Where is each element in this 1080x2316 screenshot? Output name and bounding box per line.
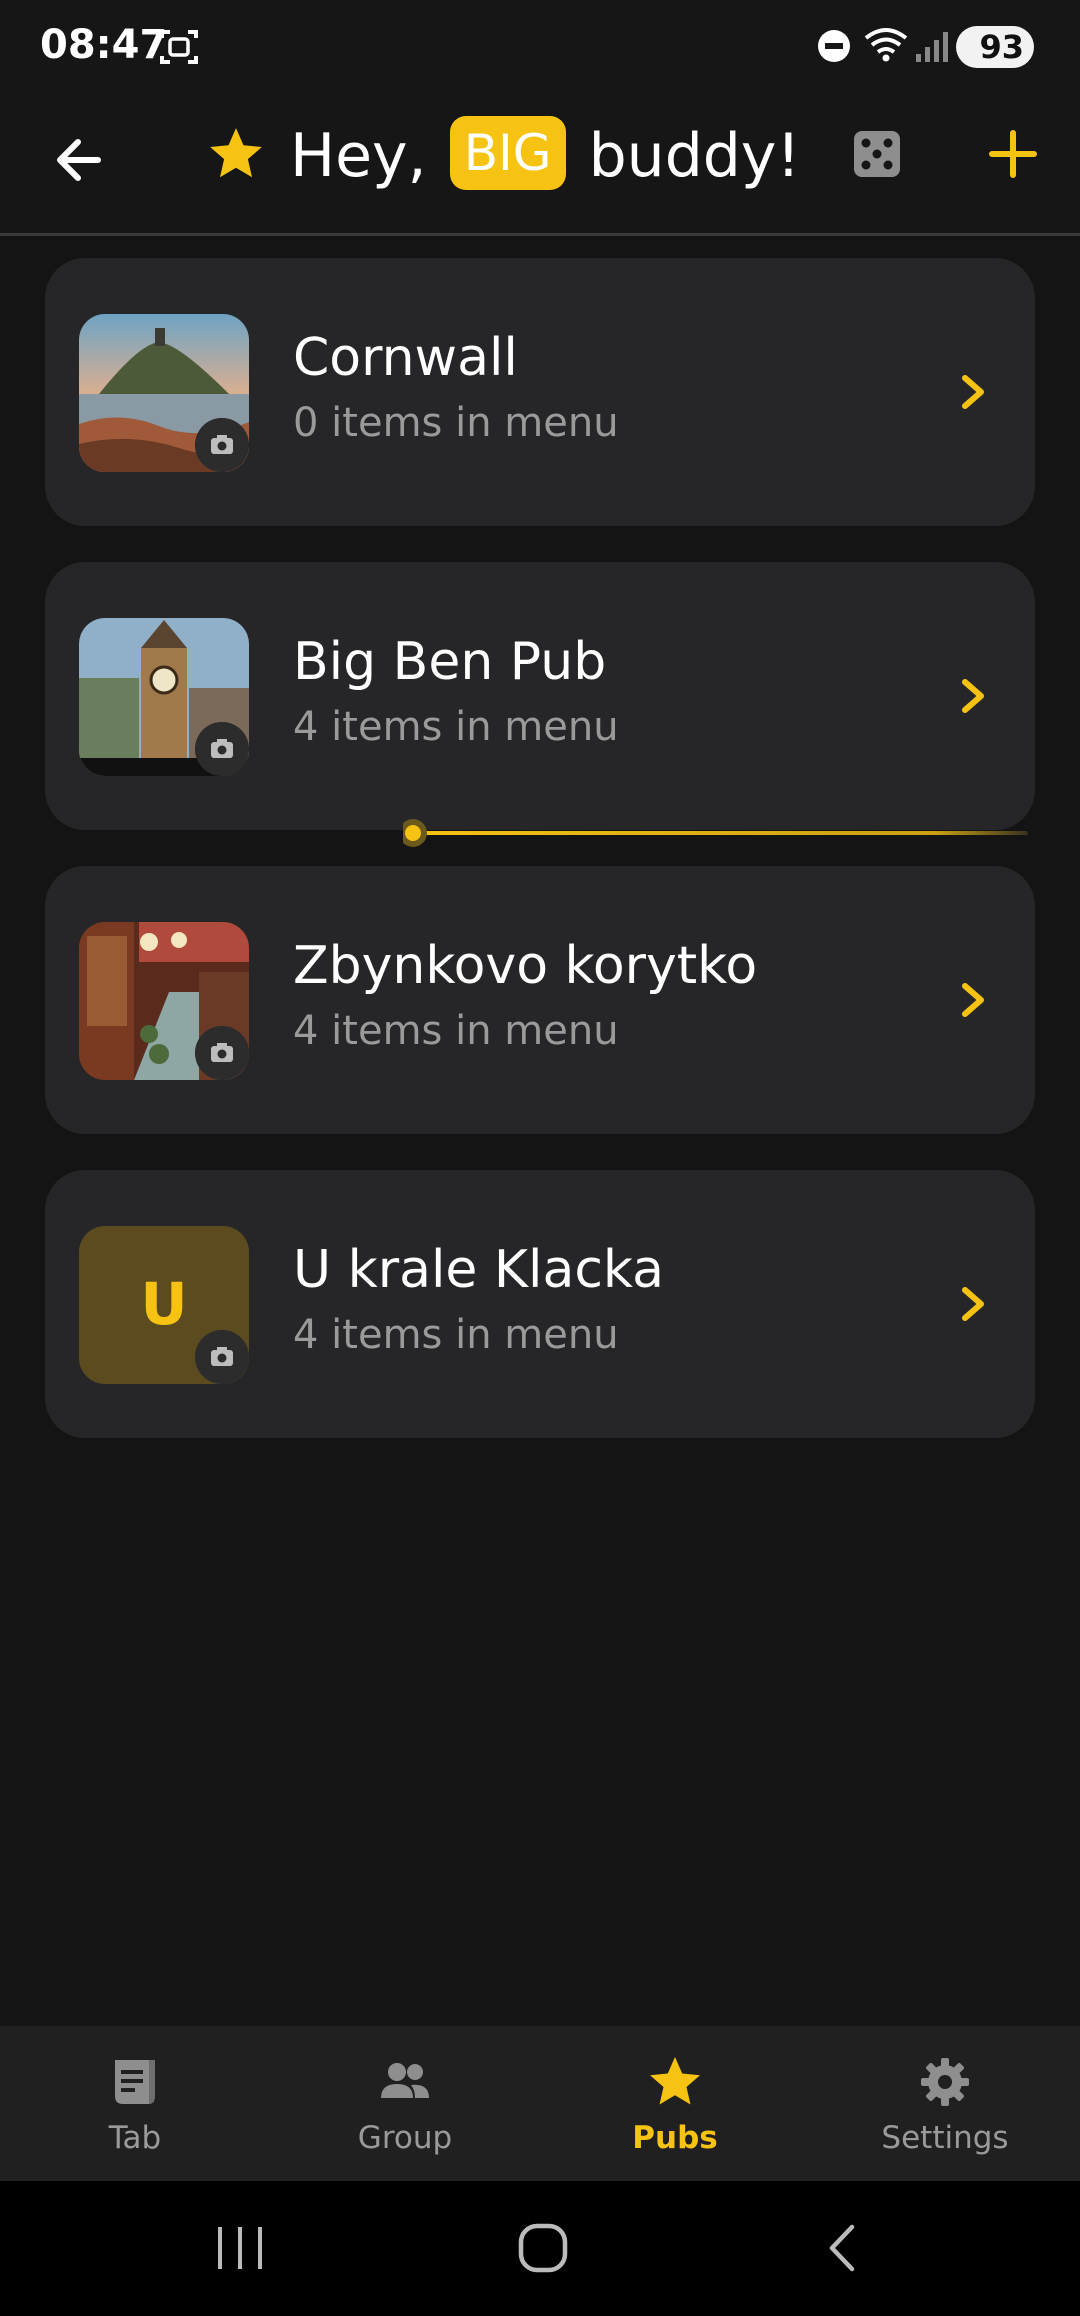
title-prefix: Hey, xyxy=(290,121,427,191)
receipt-icon xyxy=(115,2060,155,2104)
pub-initial: U xyxy=(140,1270,188,1338)
nav-label: Group xyxy=(357,2120,453,2156)
title-badge: BIG xyxy=(449,116,566,191)
camera-icon[interactable] xyxy=(195,418,249,472)
home-icon[interactable] xyxy=(516,2221,570,2275)
page-title: Hey, BIG buddy! xyxy=(290,116,801,196)
signal-icon xyxy=(916,32,948,62)
star-icon xyxy=(210,128,262,178)
title-suffix: buddy! xyxy=(588,121,801,191)
pub-card-zbynkovo-korytko[interactable]: Zbynkovo korytko 4 items in menu xyxy=(45,866,1035,1134)
swipe-indicator[interactable] xyxy=(403,818,1033,848)
camera-icon[interactable] xyxy=(195,722,249,776)
back-icon[interactable] xyxy=(822,2223,862,2273)
screenshot-icon xyxy=(160,30,198,64)
nav-tab[interactable]: Tab xyxy=(0,2026,270,2181)
nav-pubs[interactable]: Pubs xyxy=(540,2026,810,2181)
nav-label: Tab xyxy=(108,2120,162,2156)
chevron-right-icon xyxy=(962,1287,984,1321)
pub-menu-count: 0 items in menu xyxy=(293,400,619,446)
nav-settings[interactable]: Settings xyxy=(810,2026,1080,2181)
do-not-disturb-icon xyxy=(818,30,850,62)
pub-card-cornwall[interactable]: Cornwall 0 items in menu xyxy=(45,258,1035,526)
pub-name: Cornwall xyxy=(293,328,518,388)
nav-group[interactable]: Group xyxy=(270,2026,540,2181)
pub-name: Zbynkovo korytko xyxy=(293,936,758,996)
camera-icon[interactable] xyxy=(195,1330,249,1384)
star-icon xyxy=(650,2057,700,2105)
pub-menu-count: 4 items in menu xyxy=(293,704,619,750)
dice-icon[interactable] xyxy=(852,129,902,179)
nav-label: Settings xyxy=(881,2120,1009,2156)
bottom-navigation: Tab Group Pubs Settings xyxy=(0,2026,1080,2181)
app-bar: Hey, BIG buddy! xyxy=(0,95,1080,236)
status-bar: 08:47 93 xyxy=(0,0,1080,95)
chevron-right-icon xyxy=(962,679,984,713)
pub-name: Big Ben Pub xyxy=(293,632,607,692)
pub-card-u-krale-klacka[interactable]: U U krale Klacka 4 items in menu xyxy=(45,1170,1035,1438)
add-icon[interactable] xyxy=(988,129,1038,179)
pub-menu-count: 4 items in menu xyxy=(293,1312,619,1358)
pub-menu-count: 4 items in menu xyxy=(293,1008,619,1054)
camera-icon[interactable] xyxy=(195,1026,249,1080)
pub-card-big-ben-pub[interactable]: Big Ben Pub 4 items in menu xyxy=(45,562,1035,830)
nav-label: Pubs xyxy=(632,2120,718,2156)
chevron-right-icon xyxy=(962,375,984,409)
system-navigation-bar xyxy=(0,2181,1080,2316)
pub-name: U krale Klacka xyxy=(293,1240,664,1300)
wifi-icon xyxy=(864,28,908,62)
back-arrow-icon[interactable] xyxy=(50,130,110,190)
battery-indicator: 93 xyxy=(956,26,1034,68)
status-time: 08:47 xyxy=(40,22,168,68)
group-icon xyxy=(381,2063,429,2098)
battery-level: 93 xyxy=(979,28,1024,66)
gear-icon xyxy=(921,2058,969,2106)
recent-apps-icon[interactable] xyxy=(212,2223,268,2273)
chevron-right-icon xyxy=(962,983,984,1017)
